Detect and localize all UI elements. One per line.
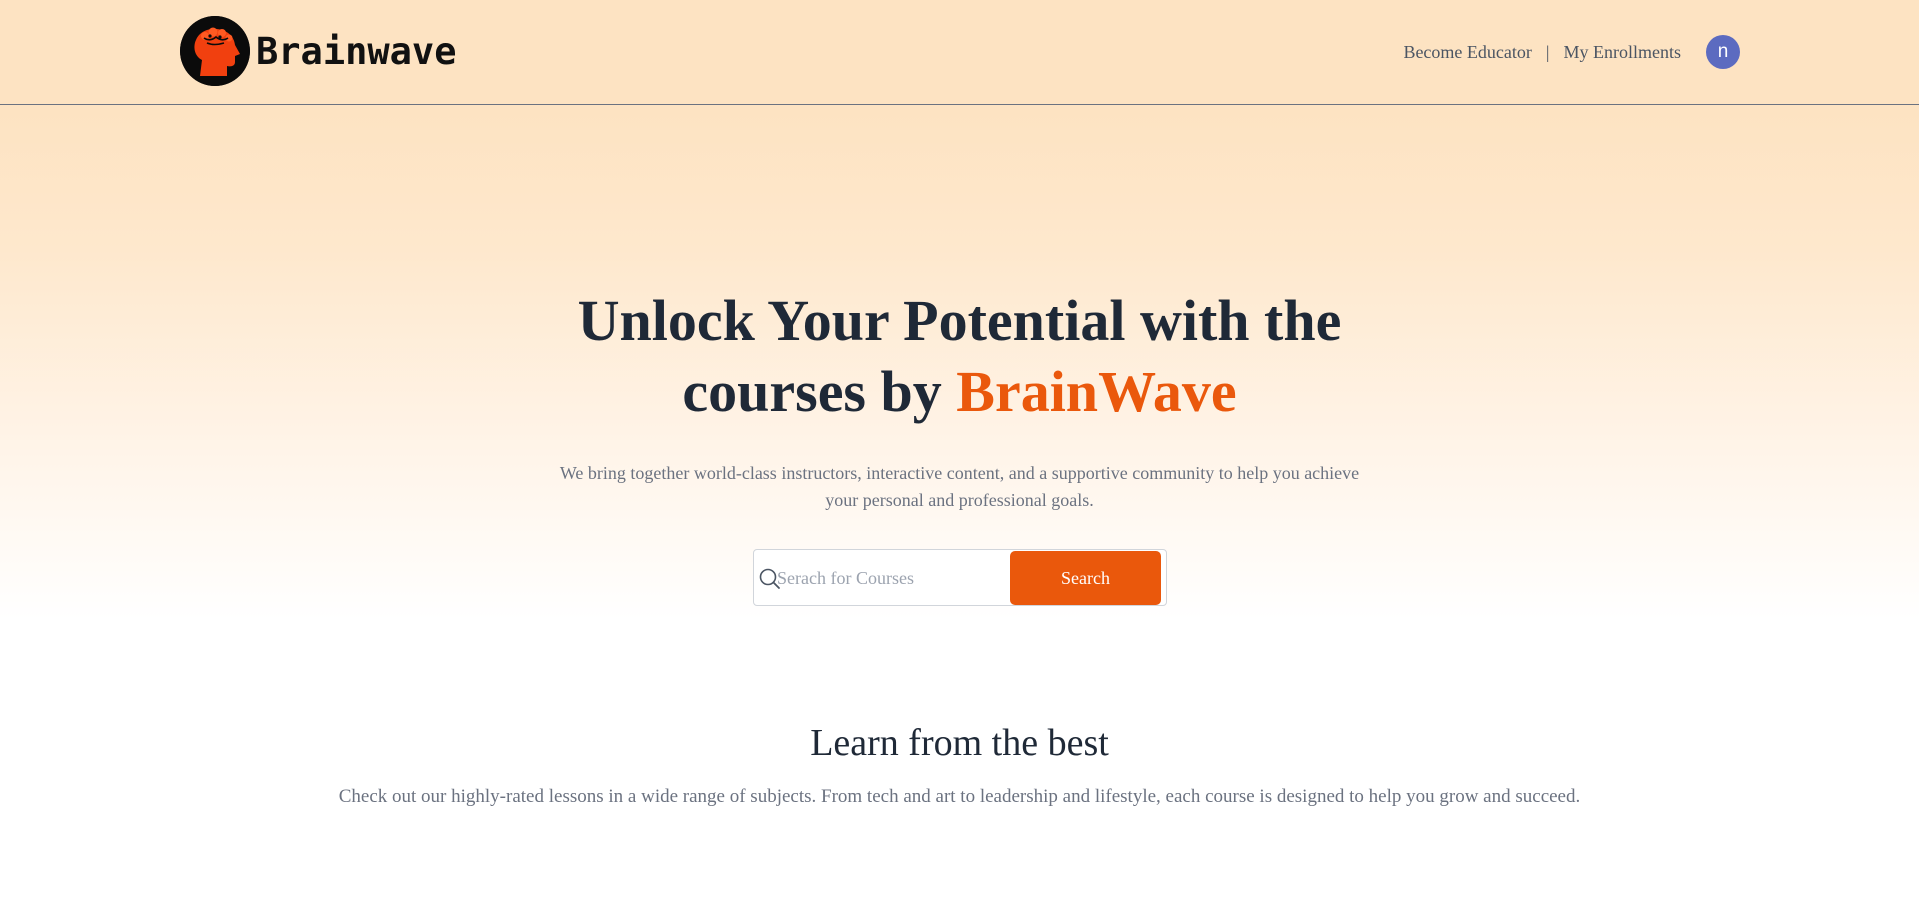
section-title: Learn from the best: [810, 722, 1109, 764]
search-input[interactable]: [777, 560, 997, 596]
hero-subtitle-line2: your personal and professional goals.: [825, 490, 1094, 510]
hero-title: Unlock Your Potential with the courses b…: [0, 285, 1919, 427]
brand[interactable]: Brainwave: [180, 16, 456, 86]
hero-title-line2-prefix: courses by: [682, 359, 957, 424]
hero-subtitle-line1: We bring together world-class instructor…: [559, 463, 1360, 483]
brain-head-logo-icon: [180, 16, 250, 86]
brand-name: Brainwave: [256, 29, 457, 73]
hero-title-line1: Unlock Your Potential with the: [577, 288, 1342, 353]
course-search-form: Search: [753, 549, 1167, 606]
section-subtitle: Check out our highly-rated lessons in a …: [338, 786, 1581, 807]
nav-separator: |: [1545, 41, 1550, 62]
page: Brainwave Become Educator | My Enrollmen…: [0, 0, 1919, 901]
hero-subtitle: We bring together world-class instructor…: [0, 460, 1919, 514]
become-educator-link[interactable]: Become Educator: [1403, 42, 1531, 63]
my-enrollments-link[interactable]: My Enrollments: [1564, 42, 1682, 63]
main-nav: Become Educator | My Enrollments n: [1403, 35, 1740, 69]
hero-title-accent: BrainWave: [956, 359, 1237, 424]
search-button[interactable]: Search: [1010, 551, 1161, 605]
user-avatar[interactable]: n: [1706, 35, 1740, 69]
top-navbar: Brainwave Become Educator | My Enrollmen…: [0, 0, 1919, 105]
